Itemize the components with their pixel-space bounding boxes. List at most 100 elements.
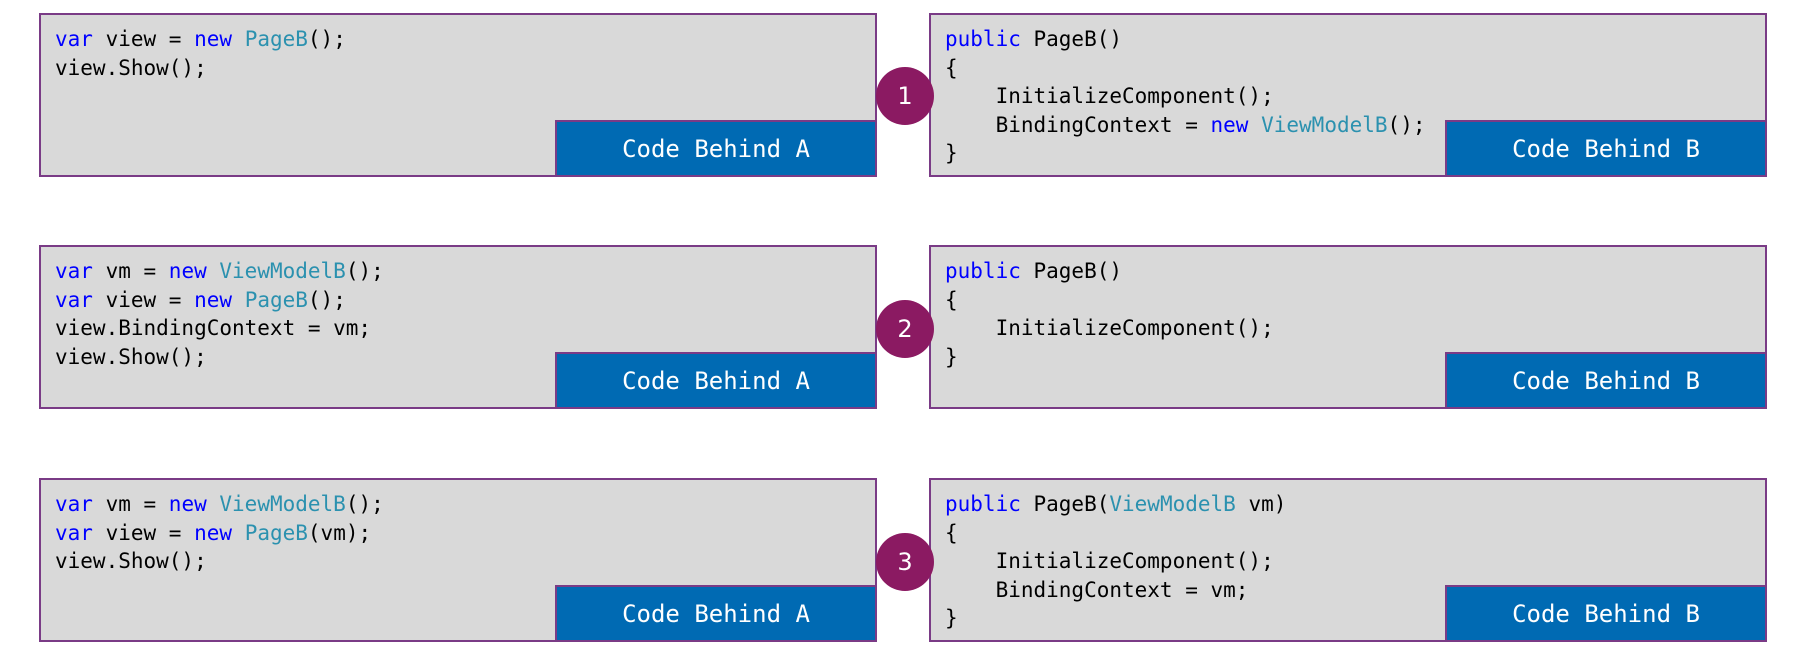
code-text: view = — [92, 27, 195, 51]
code-panel-row1-a: var view = new PageB(); view.Show(); Code… — [39, 13, 877, 177]
code-line: } — [945, 139, 1425, 168]
code-text: (); — [345, 259, 384, 283]
code-text: vm = — [92, 259, 169, 283]
code-keyword: new — [1210, 112, 1249, 137]
code-line: var vm = new ViewModelB(); — [55, 490, 384, 519]
code-line: public PageB(ViewModelB vm) — [945, 490, 1286, 519]
code-line: InitializeComponent(); — [945, 314, 1274, 343]
code-text: InitializeComponent(); — [945, 84, 1274, 108]
code-type: ViewModelB — [1261, 112, 1388, 137]
code-text: view.Show(); — [55, 55, 207, 80]
code-text: vm = — [92, 492, 169, 516]
code-keyword: new — [168, 259, 207, 283]
code-behind-label: Code Behind A — [555, 585, 877, 642]
code-text: (); — [307, 287, 346, 312]
code-keyword: public — [945, 27, 1021, 51]
code-keyword: new — [194, 520, 233, 545]
step-badge-3: 3 — [876, 533, 934, 591]
code-panel-row1-b: public PageB(){ InitializeComponent(); B… — [929, 13, 1767, 177]
code-panel-row2-a: var vm = new ViewModelB(); var view = new… — [39, 245, 877, 409]
code-line: } — [945, 604, 1286, 633]
code-text: view = — [92, 520, 195, 545]
code-line: public PageB() — [945, 257, 1274, 286]
code-text: PageB( — [1020, 492, 1110, 516]
code-keyword: var — [55, 259, 93, 283]
code-type: ViewModelB — [1109, 492, 1236, 516]
code-text: (vm); — [307, 520, 372, 545]
code-text: view.Show(); — [55, 549, 207, 573]
code-line: var view = new PageB(vm); — [55, 519, 384, 548]
code-behind-label: Code Behind B — [1445, 120, 1767, 177]
code-line: { — [945, 54, 1425, 83]
code-text: (); — [1387, 112, 1426, 137]
code-line: var vm = new ViewModelB(); — [55, 257, 384, 286]
step-badge-2: 2 — [876, 300, 934, 358]
code-type: ViewModelB — [219, 259, 346, 283]
code-text: (); — [307, 27, 346, 51]
code-text: view = — [92, 287, 195, 312]
code-text: PageB() — [1020, 27, 1123, 51]
code-line: view.Show(); — [55, 54, 346, 83]
code-keyword: public — [945, 492, 1021, 516]
code-text: InitializeComponent(); — [945, 549, 1274, 573]
code-line: public PageB() — [945, 25, 1425, 54]
code-text: } — [945, 141, 958, 165]
code-behind-label: Code Behind B — [1445, 585, 1767, 642]
code-behind-label: Code Behind B — [1445, 352, 1767, 409]
code-snippet: var view = new PageB(); view.Show(); — [55, 25, 346, 82]
code-line: InitializeComponent(); — [945, 82, 1425, 111]
code-panel-row3-b: public PageB(ViewModelB vm){ InitializeC… — [929, 478, 1767, 642]
code-line: view.Show(); — [55, 547, 384, 576]
code-text: } — [945, 344, 958, 369]
code-line: { — [945, 519, 1286, 548]
code-panel-row3-a: var vm = new ViewModelB(); var view = new… — [39, 478, 877, 642]
code-text: { — [945, 55, 958, 80]
code-keyword: new — [194, 287, 233, 312]
code-line: { — [945, 286, 1274, 315]
code-panel-row2-b: public PageB(){ InitializeComponent();} … — [929, 245, 1767, 409]
code-text: BindingContext = vm; — [945, 577, 1249, 602]
code-keyword: var — [55, 27, 93, 51]
code-keyword: public — [945, 259, 1021, 283]
code-text: { — [945, 520, 958, 545]
code-keyword: var — [55, 520, 93, 545]
code-keyword: new — [194, 27, 233, 51]
code-type: PageB — [244, 520, 308, 545]
code-type: ViewModelB — [219, 492, 346, 516]
code-snippet: public PageB(ViewModelB vm){ InitializeC… — [945, 490, 1286, 633]
code-keyword: var — [55, 287, 93, 312]
step-badge-1: 1 — [876, 67, 934, 125]
code-line: BindingContext = new ViewModelB(); — [945, 111, 1426, 140]
code-line: var view = new PageB(); — [55, 25, 346, 54]
code-line: view.BindingContext = vm; — [55, 314, 384, 343]
code-text: PageB() — [1020, 259, 1123, 283]
code-snippet: public PageB(){ InitializeComponent(); B… — [945, 25, 1425, 168]
code-type: PageB — [244, 287, 308, 312]
code-line: view.Show(); — [55, 343, 384, 372]
code-text: view.BindingContext = vm; — [55, 316, 372, 340]
code-behind-label: Code Behind A — [555, 352, 877, 409]
code-text: vm) — [1235, 492, 1287, 516]
code-snippet: var vm = new ViewModelB(); var view = new… — [55, 490, 384, 576]
code-text: BindingContext = — [945, 112, 1211, 137]
code-text: { — [945, 287, 958, 312]
code-line: BindingContext = vm; — [945, 576, 1286, 605]
code-text: InitializeComponent(); — [945, 316, 1274, 340]
code-text: view.Show(); — [55, 344, 207, 369]
code-behind-label: Code Behind A — [555, 120, 877, 177]
code-line: } — [945, 343, 1274, 372]
code-keyword: new — [168, 492, 207, 516]
code-snippet: var vm = new ViewModelB(); var view = new… — [55, 257, 384, 371]
code-keyword: var — [55, 492, 93, 516]
code-snippet: public PageB(){ InitializeComponent();} — [945, 257, 1274, 371]
code-text: } — [945, 606, 958, 630]
code-type: PageB — [244, 27, 308, 51]
code-line: var view = new PageB(); — [55, 286, 384, 315]
code-text: (); — [345, 492, 384, 516]
